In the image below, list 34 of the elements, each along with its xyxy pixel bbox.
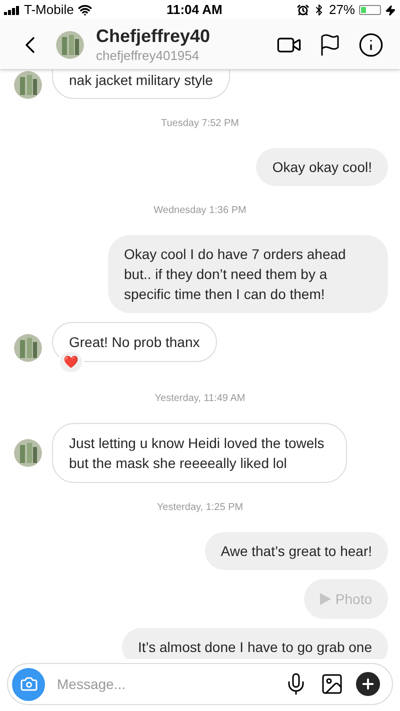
avatar-icon xyxy=(14,334,42,362)
received-message: Just letting u know Heidi loved the towels but the mask she reeeeally liked lol xyxy=(52,423,347,483)
timestamp: Yesterday, 1:25 PM xyxy=(156,501,244,515)
avatar-icon xyxy=(56,30,84,58)
timestamp: Wednesday 1:36 PM xyxy=(154,204,246,218)
sent-message: Okay cool I do have 7 orders ahead but.. if they don’t need them by a specific time then I can do them! xyxy=(108,235,388,313)
contact-username: chefjeffrey401954 xyxy=(96,48,200,64)
sent-message: Okay okay cool! xyxy=(256,148,388,186)
timestamp: Yesterday, 11:49 AM xyxy=(154,392,246,406)
camera-button[interactable] xyxy=(12,668,45,700)
avatar-icon xyxy=(14,70,42,98)
message-field[interactable]: Message... xyxy=(7,663,393,705)
info-button[interactable] xyxy=(358,32,384,58)
photo-label: Photo xyxy=(335,590,372,609)
contact-name: Chefjeffrey40 xyxy=(96,25,212,48)
timestamp: Tuesday 7:52 PM xyxy=(160,117,239,131)
camera-icon xyxy=(20,675,38,693)
signal-icon xyxy=(4,6,20,14)
sent-message: Awe that’s great to hear! xyxy=(204,532,388,570)
battery-percent: 27% xyxy=(328,1,355,20)
add-button[interactable] xyxy=(356,672,380,696)
gallery-button[interactable] xyxy=(320,672,344,696)
battery-icon xyxy=(359,5,381,15)
avatar-icon xyxy=(14,439,42,467)
carrier: T-Mobile xyxy=(24,1,74,20)
received-message: nak jacket military style xyxy=(52,70,230,99)
play-icon xyxy=(320,593,332,605)
alarm-icon xyxy=(296,4,309,16)
plus-icon xyxy=(360,676,376,692)
clock: 11:04 AM xyxy=(166,1,222,20)
message-input[interactable]: Message... xyxy=(57,674,272,694)
wifi-icon xyxy=(78,3,92,17)
charging-icon xyxy=(385,4,396,16)
photo-message[interactable]: Photo xyxy=(304,579,388,619)
